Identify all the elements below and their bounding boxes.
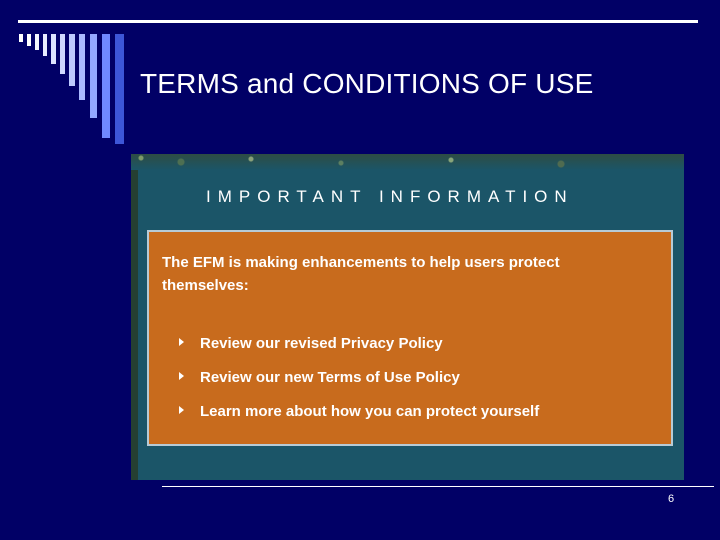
slide: TERMS and CONDITIONS OF USE IMPORTANT IN…: [0, 0, 720, 540]
notice-intro-text: The EFM is making enhancements to help u…: [162, 254, 560, 294]
notice-box: The EFM is making enhancements to help u…: [147, 230, 673, 446]
triangle-bullet-icon: [179, 338, 184, 346]
panel-left-edge: [131, 170, 138, 480]
bottom-divider-line: [162, 486, 714, 487]
triangle-bullet-icon: [179, 406, 184, 414]
top-divider-line: [18, 20, 698, 23]
decorative-bars-icon: [19, 34, 139, 154]
important-information-panel: IMPORTANT INFORMATION The EFM is making …: [131, 154, 684, 480]
protect-yourself-link[interactable]: Learn more about how you can protect you…: [179, 394, 539, 428]
triangle-bullet-icon: [179, 372, 184, 380]
privacy-policy-link-label: Review our revised Privacy Policy: [200, 334, 443, 352]
foliage-texture: [131, 154, 684, 170]
page-number: 6: [668, 493, 675, 505]
terms-of-use-link[interactable]: Review our new Terms of Use Policy: [179, 360, 539, 394]
privacy-policy-link[interactable]: Review our revised Privacy Policy: [179, 326, 539, 360]
slide-title: TERMS and CONDITIONS OF USE: [140, 68, 594, 99]
protect-yourself-link-label: Learn more about how you can protect you…: [200, 402, 540, 420]
terms-of-use-link-label: Review our new Terms of Use Policy: [200, 368, 460, 386]
notice-link-list: Review our revised Privacy Policy Review…: [179, 326, 539, 428]
notice-heading: IMPORTANT INFORMATION: [206, 187, 574, 206]
